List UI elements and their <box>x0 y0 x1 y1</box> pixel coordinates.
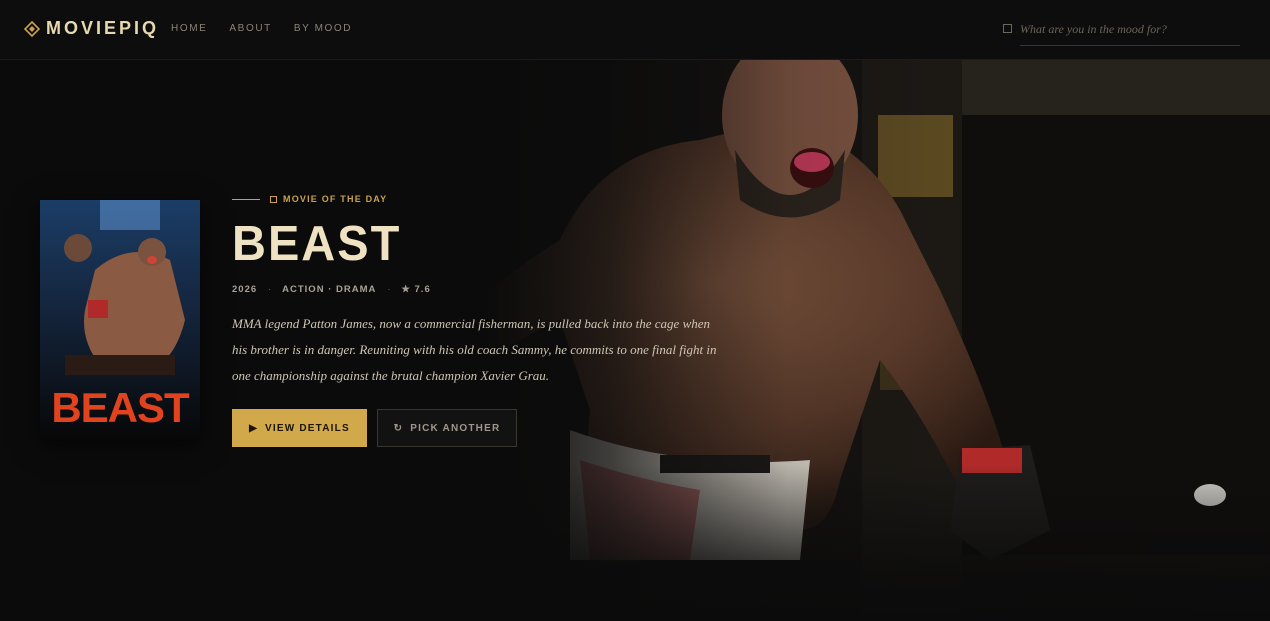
poster-artwork: BEAST <box>40 200 200 440</box>
search-icon <box>1003 24 1012 33</box>
movie-rating: ★ 7.6 <box>401 283 431 295</box>
movie-year: 2026 <box>232 283 258 295</box>
search-input[interactable] <box>1020 21 1240 46</box>
brand-name: MOVIEPIQ <box>46 18 160 38</box>
movie-title: BEAST <box>232 214 402 271</box>
search-bar <box>1003 21 1240 46</box>
nav-link-by-mood[interactable]: BY MOOD <box>294 23 352 34</box>
play-icon: ▶ <box>249 422 259 434</box>
eyebrow-label: MOVIE OF THE DAY <box>283 194 388 204</box>
pick-another-label: PICK ANOTHER <box>410 422 501 434</box>
top-navbar: MOVIEPIQ HOME ABOUT BY MOOD <box>0 0 1270 60</box>
eyebrow-divider <box>232 198 260 200</box>
eyebrow: MOVIE OF THE DAY <box>232 190 732 208</box>
brand-logo[interactable]: MOVIEPIQ <box>24 18 159 39</box>
movie-description: MMA legend Patton James, now a commercia… <box>232 316 717 383</box>
meta-separator: · <box>268 284 272 294</box>
pick-another-button[interactable]: ↻ PICK ANOTHER <box>377 409 517 447</box>
diamond-logo-icon <box>24 20 40 37</box>
view-details-label: VIEW DETAILS <box>265 422 350 434</box>
nav-link-about[interactable]: ABOUT <box>229 23 271 34</box>
nav-links: HOME ABOUT BY MOOD <box>171 23 352 34</box>
movie-genres: ACTION · DRAMA <box>282 283 377 295</box>
calendar-icon <box>270 195 277 203</box>
movie-of-the-day-panel: MOVIE OF THE DAY BEAST 2026 · ACTION · D… <box>232 190 732 447</box>
hero-actions: ▶ VIEW DETAILS ↻ PICK ANOTHER <box>232 409 517 447</box>
view-details-button[interactable]: ▶ VIEW DETAILS <box>232 409 367 447</box>
movie-poster[interactable]: BEAST <box>40 200 200 440</box>
nav-link-home[interactable]: HOME <box>171 23 207 34</box>
meta-separator: · <box>387 284 391 294</box>
poster-title-text: BEAST <box>51 384 190 431</box>
movie-meta: 2026 · ACTION · DRAMA · ★ 7.6 <box>232 282 732 296</box>
refresh-icon: ↻ <box>393 422 404 434</box>
